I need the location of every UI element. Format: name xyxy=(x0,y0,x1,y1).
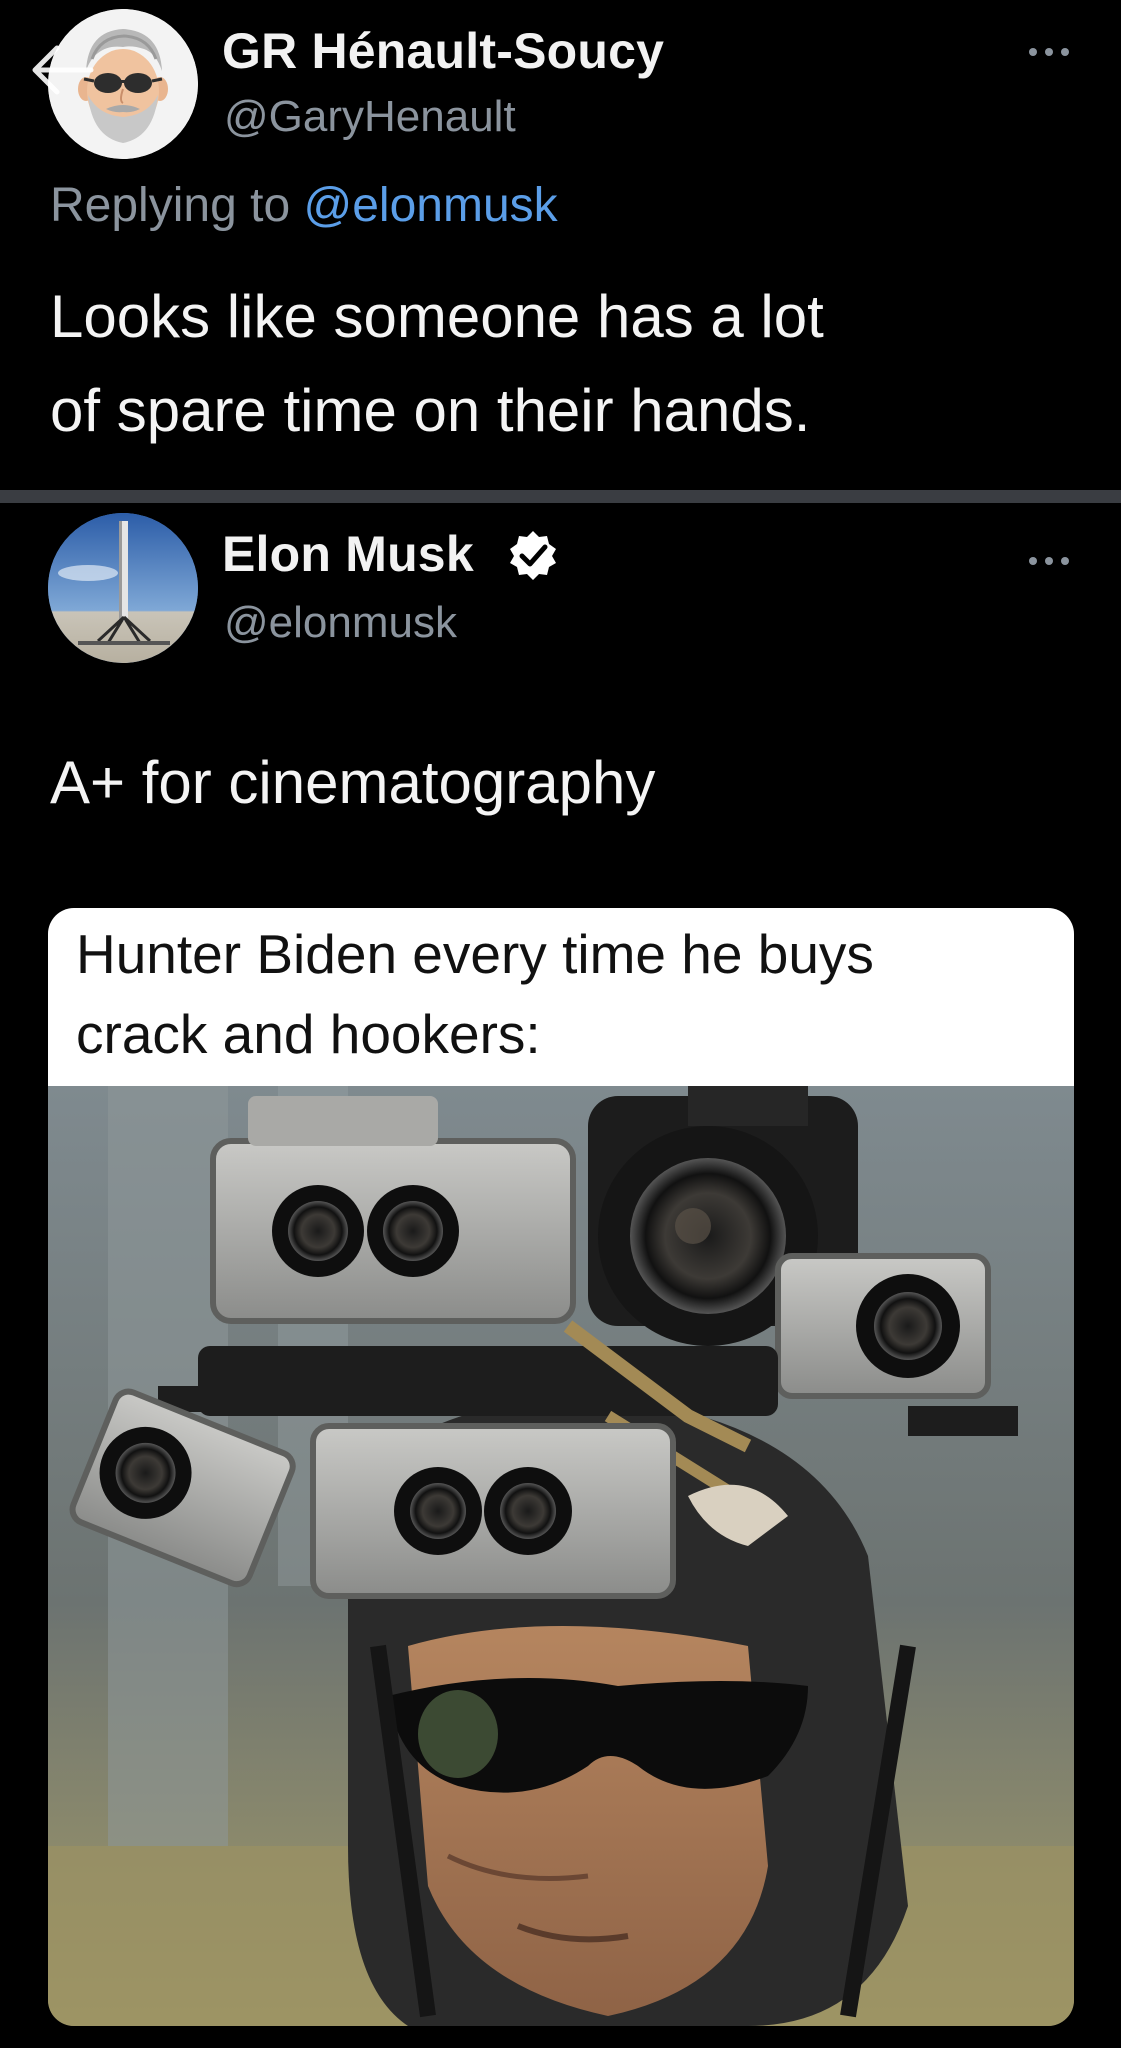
helmet-cameras-photo xyxy=(48,1086,1074,2026)
more-dots-icon[interactable] xyxy=(1027,46,1071,58)
back-arrow-icon[interactable] xyxy=(25,40,97,100)
original-author-name[interactable]: Elon Musk xyxy=(222,525,474,583)
replying-to-line: Replying to @elonmusk xyxy=(50,178,558,233)
meme-caption-box: Hunter Biden every time he buys crack an… xyxy=(48,908,1074,1086)
reply-author-name[interactable]: GR Hénault-Soucy xyxy=(222,22,664,80)
original-author-handle[interactable]: @elonmusk xyxy=(224,598,457,648)
reply-author-handle[interactable]: @GaryHenault xyxy=(224,92,516,142)
original-author-avatar[interactable] xyxy=(48,513,198,663)
verified-badge-icon xyxy=(510,531,556,580)
more-dots-icon[interactable] xyxy=(1027,555,1071,567)
tweet-divider xyxy=(0,490,1121,503)
original-tweet: Elon Musk @elonmusk A+ for cinematograph… xyxy=(0,503,1121,2048)
reply-tweet: GR Hénault-Soucy @GaryHenault Replying t… xyxy=(0,0,1121,490)
tweet-media-image[interactable]: Hunter Biden every time he buys crack an… xyxy=(48,908,1074,2026)
reply-tweet-text: Looks like someone has a lot of spare ti… xyxy=(50,283,824,444)
replying-to-mention-link[interactable]: @elonmusk xyxy=(303,179,557,232)
replying-to-label: Replying to xyxy=(50,179,291,232)
rocket-avatar-image xyxy=(48,513,198,663)
original-tweet-text: A+ for cinematography xyxy=(50,749,656,816)
meme-caption-text: Hunter Biden every time he buys crack an… xyxy=(76,923,874,1065)
